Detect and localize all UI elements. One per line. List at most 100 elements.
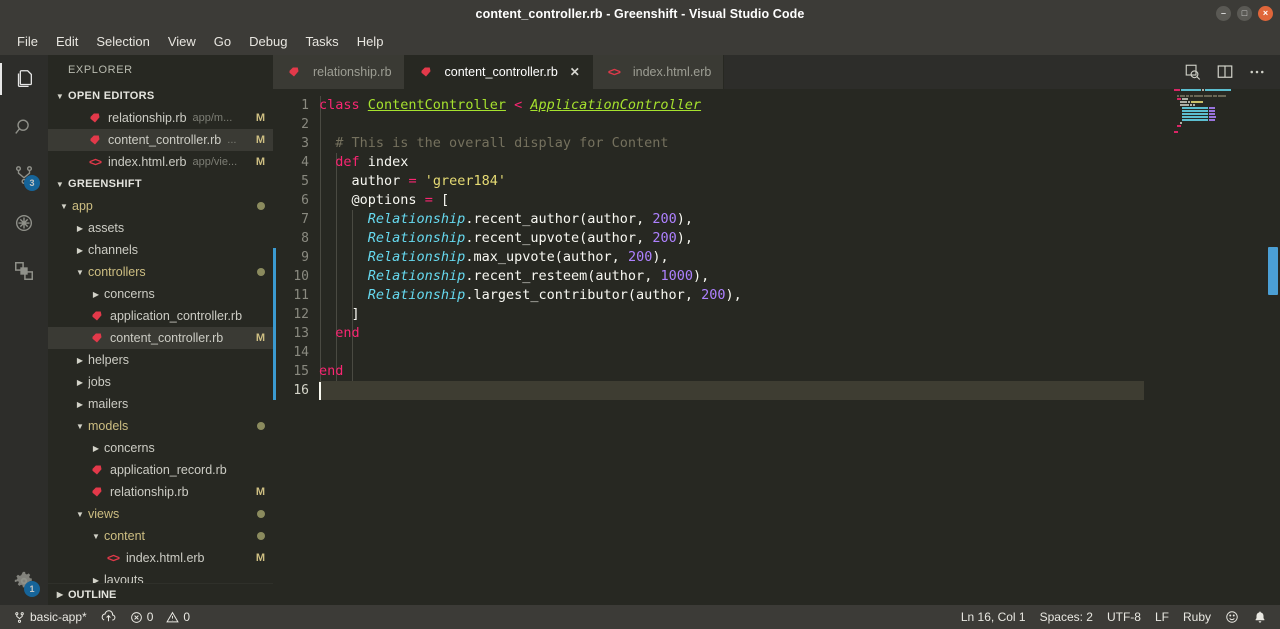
tree-folder[interactable]: ▶ helpers — [48, 349, 273, 371]
editor-tab[interactable]: relationship.rb — [273, 55, 405, 89]
line-number: 11 — [293, 288, 309, 303]
editor-scrollbar[interactable] — [1266, 89, 1280, 605]
tab-close-icon[interactable]: ✕ — [570, 65, 580, 79]
menu-tasks[interactable]: Tasks — [296, 31, 347, 52]
status-language[interactable]: Ruby — [1176, 605, 1218, 629]
activity-explorer[interactable] — [0, 55, 48, 103]
menu-edit[interactable]: Edit — [47, 31, 87, 52]
folder-change-dot — [257, 268, 265, 276]
ruby-icon — [86, 134, 104, 146]
code-line: class ContentController < ApplicationCon… — [319, 97, 702, 113]
menu-view[interactable]: View — [159, 31, 205, 52]
activity-search[interactable] — [0, 103, 48, 151]
status-notifications[interactable] — [1246, 605, 1274, 629]
line-number: 16 — [293, 383, 309, 398]
code-line: author = 'greer184' — [351, 173, 506, 189]
menu-help[interactable]: Help — [348, 31, 393, 52]
menu-debug[interactable]: Debug — [240, 31, 296, 52]
chevron-right-icon[interactable]: ▶ — [72, 224, 88, 233]
status-problems[interactable]: 0 0 — [123, 605, 197, 629]
outline-section[interactable]: ▶ OUTLINE — [48, 583, 273, 605]
line-number: 6 — [301, 193, 309, 208]
chevron-right-icon[interactable]: ▶ — [88, 444, 104, 453]
status-feedback[interactable] — [1218, 605, 1246, 629]
open-editor-item[interactable]: <> index.html.erb app/vie... M — [48, 151, 273, 173]
tree-folder[interactable]: ▼ content — [48, 525, 273, 547]
window-controls: – □ × — [1216, 0, 1273, 27]
modified-badge: M — [255, 552, 265, 564]
activity-bar: 3 1 — [0, 55, 48, 605]
open-editors-header[interactable]: ▼ OPEN EDITORS — [48, 85, 273, 107]
close-button[interactable]: × — [1258, 6, 1273, 21]
chevron-down-icon[interactable]: ▼ — [88, 532, 104, 541]
tree-file[interactable]: content_controller.rb M — [48, 327, 273, 349]
tree-file[interactable]: application_record.rb — [48, 459, 273, 481]
tree-folder[interactable]: ▶ concerns — [48, 437, 273, 459]
tree-folder[interactable]: ▶ jobs — [48, 371, 273, 393]
sidebar: EXPLORER ▼ OPEN EDITORS relationship.rb a… — [48, 55, 273, 605]
chevron-down-icon[interactable]: ▼ — [72, 510, 88, 519]
maximize-button[interactable]: □ — [1237, 6, 1252, 21]
chevron-right-icon[interactable]: ▶ — [72, 378, 88, 387]
editor-actions — [1184, 55, 1280, 89]
tree-folder[interactable]: ▼ models — [48, 415, 273, 437]
tree-folder[interactable]: ▶ channels — [48, 239, 273, 261]
project-header[interactable]: ▼ GREENSHIFT — [48, 173, 273, 195]
activity-debug[interactable] — [0, 199, 48, 247]
status-sync[interactable] — [94, 605, 123, 629]
tree-folder[interactable]: ▼ app — [48, 195, 273, 217]
line-number: 14 — [293, 345, 309, 360]
line-number: 5 — [301, 174, 309, 189]
chevron-down-icon[interactable]: ▼ — [72, 422, 88, 431]
chevron-down-icon[interactable]: ▼ — [72, 268, 88, 277]
menu-go[interactable]: Go — [205, 31, 240, 52]
scrollbar-thumb[interactable] — [1268, 247, 1278, 295]
editor-tabs: relationship.rb content_controller.rb ✕ <> i… — [273, 55, 1280, 89]
files-icon — [13, 68, 35, 90]
project-label: GREENSHIFT — [68, 178, 142, 190]
tree-file[interactable]: relationship.rb M — [48, 481, 273, 503]
tree-folder[interactable]: ▼ views — [48, 503, 273, 525]
status-branch[interactable]: basic-app* — [6, 605, 94, 629]
workbench-body: 3 1 EXPLORER ▼ OPEN EDITORS relationship… — [0, 55, 1280, 605]
tree-folder[interactable]: ▼ controllers — [48, 261, 273, 283]
ruby-icon — [88, 310, 106, 322]
minimize-button[interactable]: – — [1216, 6, 1231, 21]
code-line: ] — [351, 306, 360, 322]
tree-item-label: app — [72, 199, 93, 213]
tree-file[interactable]: application_controller.rb — [48, 305, 273, 327]
chevron-right-icon[interactable]: ▶ — [72, 356, 88, 365]
open-preview-icon[interactable] — [1184, 63, 1202, 81]
menu-selection[interactable]: Selection — [87, 31, 158, 52]
open-editor-item[interactable]: relationship.rb app/m... M — [48, 107, 273, 129]
chevron-right-icon[interactable]: ▶ — [72, 246, 88, 255]
open-editor-item[interactable]: content_controller.rb... M — [48, 129, 273, 151]
erb-icon: <> — [88, 155, 102, 169]
split-editor-icon[interactable] — [1216, 63, 1234, 81]
menu-file[interactable]: File — [8, 31, 47, 52]
code-line — [319, 381, 1144, 400]
chevron-down-icon[interactable]: ▼ — [56, 202, 72, 211]
tree-item-label: assets — [88, 221, 125, 235]
tree-folder[interactable]: ▶ concerns — [48, 283, 273, 305]
activity-extensions[interactable] — [0, 247, 48, 295]
code-content[interactable]: class ContentController < ApplicationCon… — [273, 89, 1280, 605]
tree-folder[interactable]: ▶ assets — [48, 217, 273, 239]
code-line: Relationship.recent_upvote(author, 200), — [367, 230, 694, 246]
tree-folder[interactable]: ▶ mailers — [48, 393, 273, 415]
status-indentation[interactable]: Spaces: 2 — [1033, 605, 1100, 629]
editor-surface[interactable]: 1 2 3 4 5 6 7 8 9 10 11 12 13 14 15 16 class ContentCon… — [273, 89, 1280, 605]
tree-file[interactable]: <> index.html.erb M — [48, 547, 273, 569]
activity-source-control[interactable]: 3 — [0, 151, 48, 199]
code-line: def index — [335, 154, 409, 170]
editor-tab[interactable]: <> index.html.erb — [592, 55, 725, 89]
chevron-right-icon[interactable]: ▶ — [72, 400, 88, 409]
activity-manage[interactable]: 1 — [0, 557, 48, 605]
status-eol[interactable]: LF — [1148, 605, 1176, 629]
editor-tab[interactable]: content_controller.rb ✕ — [404, 55, 593, 89]
open-editor-path: ... — [227, 134, 237, 146]
status-encoding[interactable]: UTF-8 — [1100, 605, 1148, 629]
status-cursor-position[interactable]: Ln 16, Col 1 — [954, 605, 1033, 629]
chevron-right-icon[interactable]: ▶ — [88, 290, 104, 299]
more-actions-icon[interactable] — [1248, 63, 1266, 81]
